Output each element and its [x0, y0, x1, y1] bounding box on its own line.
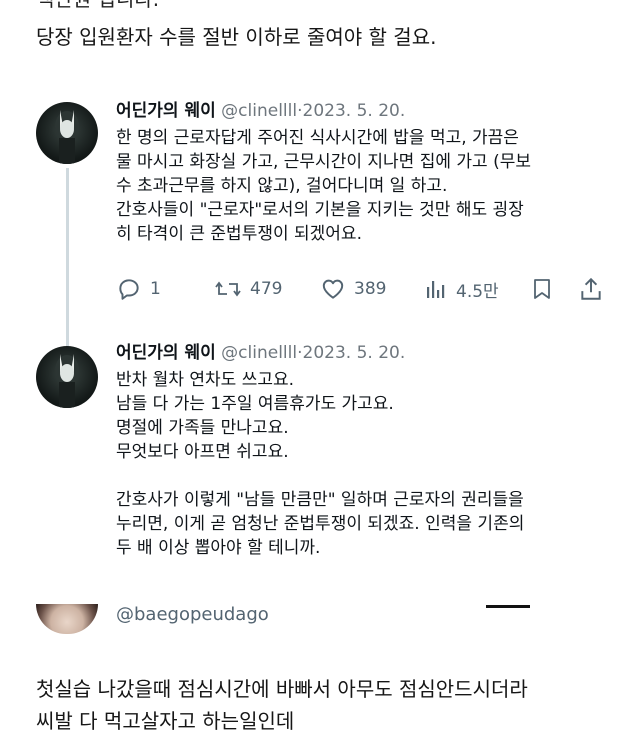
like-button[interactable]: 389 [320, 276, 386, 302]
display-name[interactable]: 어딘가의 웨이 [116, 101, 216, 121]
share-icon [581, 277, 601, 300]
comment-line: 첫실습 나갔을때 점심시간에 바빠서 아무도 점심안드시더라 [36, 677, 528, 701]
views-button[interactable]: 4.5만 [424, 276, 499, 302]
display-name[interactable]: 어딘가의 웨이 [116, 343, 216, 363]
tweet-line: 한 명의 근로자답게 주어진 식사시간에 밥을 먹고, 가끔은 [116, 128, 519, 148]
tweet-header: 어딘가의 웨이 @clinellll·2023. 5. 20. [116, 342, 405, 364]
tweet-date[interactable]: 2023. 5. 20. [303, 101, 406, 121]
avatar[interactable] [36, 102, 98, 164]
thread-line [66, 168, 69, 350]
share-button[interactable] [578, 276, 604, 302]
header-partial-line: 백만원 입니다. [36, 0, 159, 14]
retweet-icon [215, 281, 241, 297]
tweet-date[interactable]: 2023. 5. 20. [303, 343, 406, 363]
tweet-line: 무엇보다 아프면 쉬고요. [116, 442, 289, 462]
divider [486, 605, 530, 608]
tweet-header: 어딘가의 웨이 @clinellll·2023. 5. 20. [116, 100, 405, 122]
handle[interactable]: @clinellll [221, 101, 297, 121]
tweet-text: 반차 월차 연차도 쓰고요. 남들 다 가는 1주일 여름휴가도 가고요. 명절… [116, 368, 524, 560]
bookmark-icon [534, 279, 550, 299]
heart-icon [322, 279, 344, 299]
views-count: 4.5만 [456, 281, 499, 302]
tweet-line: 간호사가 이렇게 "남들 만큼만" 일하며 근로자의 권리들을 [116, 490, 524, 510]
bookmark-button[interactable] [530, 276, 554, 302]
retweet-count: 479 [250, 279, 283, 299]
tweet-line: 두 배 이상 뽑아야 할 테니까. [116, 538, 321, 558]
avatar-figure-icon [55, 354, 79, 408]
tweet-line: 남들 다 가는 1주일 여름휴가도 가고요. [116, 394, 394, 414]
handle[interactable]: @clinellll [221, 343, 297, 363]
avatar[interactable] [36, 346, 98, 408]
tweet-text: 한 명의 근로자답게 주어진 식사시간에 밥을 먹고, 가끔은 물 마시고 화장… [116, 126, 531, 246]
reply-count: 1 [150, 279, 161, 299]
tweet-line: 명절에 가족들 만나고요. [116, 418, 289, 438]
tweet-line: 누리면, 이게 곧 엄청난 준법투쟁이 되겠죠. 인력을 기존의 [116, 514, 525, 534]
retweet-button[interactable]: 479 [214, 276, 282, 302]
comment-icon [119, 279, 139, 300]
tweet-line: 물 마시고 화장실 가고, 근무시간이 지나면 집에 가고 (무보 [116, 152, 531, 172]
avatar-figure-icon [55, 110, 79, 164]
tweet-line: 수 초과근무를 하지 않고), 걸어다니며 일 하고. [116, 176, 448, 196]
header-line: 당장 입원환자 수를 절반 이하로 줄여야 할 걸요. [36, 25, 437, 49]
like-count: 389 [354, 279, 387, 299]
views-chart-icon [427, 281, 445, 298]
reply-handle[interactable]: @baegopeudago [116, 604, 269, 625]
reply-avatar[interactable] [36, 604, 98, 634]
tweet-line: 반차 월차 연차도 쓰고요. [116, 370, 295, 390]
tweet-line: 히 타격이 큰 준법투쟁이 되겠어요. [116, 224, 362, 244]
tweet-line [116, 464, 524, 488]
tweet-line: 간호사들이 "근로자"로서의 기본을 지키는 것만 해도 굉장 [116, 200, 524, 220]
comment-line: 씨발 다 먹고살자고 하는일인데 [36, 709, 295, 733]
reply-button[interactable]: 1 [116, 276, 161, 302]
